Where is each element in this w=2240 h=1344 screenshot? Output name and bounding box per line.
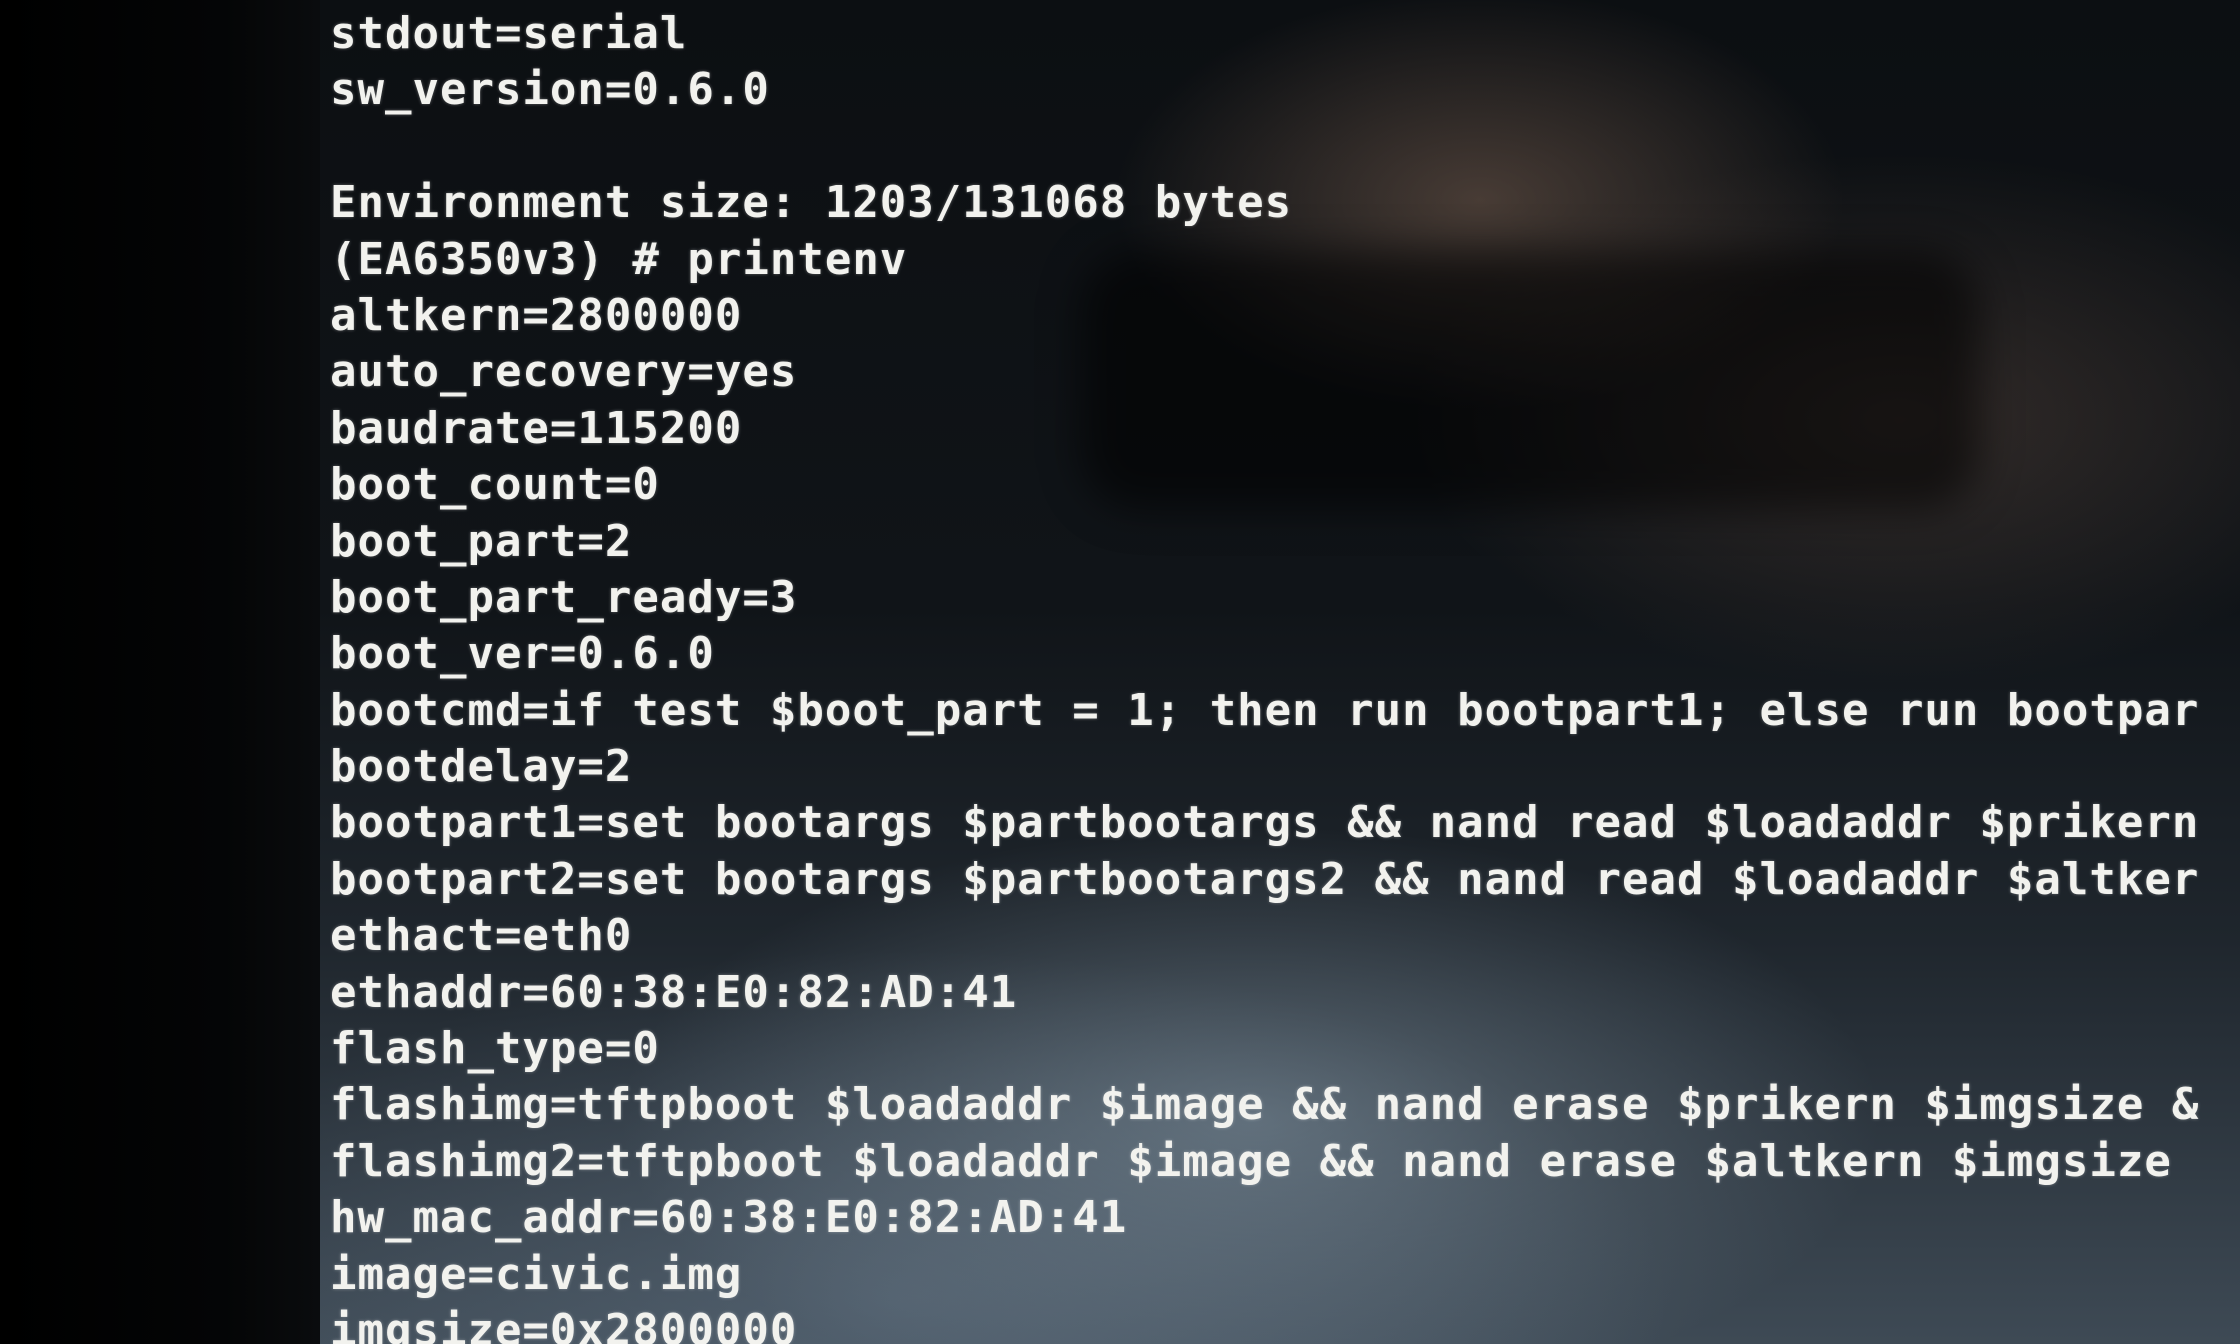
photo-of-monitor: stdout=serial sw_version=0.6.0 Environme… xyxy=(0,0,2240,1344)
console-line: Environment size: 1203/131068 bytes xyxy=(330,177,1293,229)
console-line: bootcmd=if test $boot_part = 1; then run… xyxy=(330,684,2200,736)
console-line: boot_part_ready=3 xyxy=(330,571,798,623)
console-line: boot_ver=0.6.0 xyxy=(330,628,715,680)
console-line: image=civic.img xyxy=(330,1248,743,1300)
console-line: altkern=2800000 xyxy=(330,289,743,341)
console-line: stdout=serial xyxy=(330,8,688,59)
console-line: auto_recovery=yes xyxy=(330,346,798,398)
serial-console[interactable]: stdout=serial sw_version=0.6.0 Environme… xyxy=(330,6,2240,1344)
console-line: boot_part=2 xyxy=(330,515,633,567)
console-line: flashimg=tftpboot $loadaddr $image && na… xyxy=(330,1079,2200,1131)
console-prompt-line: (EA6350v3) # printenv xyxy=(330,233,908,285)
console-line: bootpart1=set bootargs $partbootargs && … xyxy=(330,797,2200,849)
console-line: ethaddr=60:38:E0:82:AD:41 xyxy=(330,966,1018,1018)
console-line: imgsize=0x2800000 xyxy=(330,1304,798,1344)
console-line: baudrate=115200 xyxy=(330,402,743,454)
console-line: bootdelay=2 xyxy=(330,741,633,793)
console-line: boot_count=0 xyxy=(330,459,660,511)
console-line: bootpart2=set bootargs $partbootargs2 &&… xyxy=(330,853,2200,905)
console-line: sw_version=0.6.0 xyxy=(330,64,770,116)
console-line: flash_type=0 xyxy=(330,1023,660,1075)
monitor-bezel xyxy=(0,0,320,1344)
console-line: hw_mac_addr=60:38:E0:82:AD:41 xyxy=(330,1192,1128,1244)
console-line: ethact=eth0 xyxy=(330,910,633,962)
console-line: flashimg2=tftpboot $loadaddr $image && n… xyxy=(330,1135,2172,1187)
